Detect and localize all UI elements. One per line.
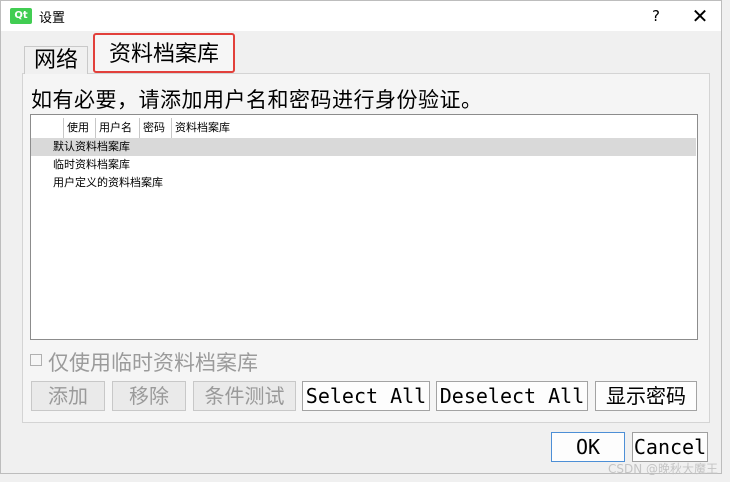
column-header-use[interactable]: 使用: [63, 118, 89, 138]
title-bar: Qt 设置 ? ✕: [1, 1, 721, 31]
help-button[interactable]: ?: [647, 5, 665, 27]
table-row[interactable]: 用户定义的资料档案库: [31, 174, 696, 192]
temp-only-checkbox[interactable]: [30, 354, 42, 366]
auth-hint-text: 如有必要，请添加用户名和密码进行身份验证。: [31, 88, 483, 112]
table-row[interactable]: 默认资料档案库: [31, 138, 696, 156]
column-header-username[interactable]: 用户名: [95, 118, 132, 138]
tab-repository[interactable]: 资料档案库: [93, 33, 235, 73]
qt-logo-icon: Qt: [10, 8, 32, 24]
row-label: 默认资料档案库: [53, 140, 130, 153]
add-button[interactable]: 添加: [31, 381, 105, 411]
select-all-button[interactable]: Select All: [302, 381, 430, 411]
row-label: 用户定义的资料档案库: [53, 176, 163, 189]
column-header-repository[interactable]: 资料档案库: [171, 118, 230, 138]
test-button[interactable]: 条件测试: [193, 381, 296, 411]
tab-network[interactable]: 网络: [24, 46, 88, 74]
column-header-password[interactable]: 密码: [139, 118, 165, 138]
row-label: 临时资料档案库: [53, 158, 130, 171]
deselect-all-button[interactable]: Deselect All: [436, 381, 588, 411]
ok-button[interactable]: OK: [551, 432, 625, 462]
cancel-button[interactable]: Cancel: [632, 432, 708, 462]
show-password-button[interactable]: 显示密码: [595, 381, 697, 411]
temp-only-label: 仅使用临时资料档案库: [48, 351, 258, 375]
table-row[interactable]: 临时资料档案库: [31, 156, 696, 174]
close-button[interactable]: ✕: [687, 4, 713, 28]
watermark: CSDN @晚秋大魔王: [608, 462, 719, 476]
window-title: 设置: [39, 11, 66, 26]
remove-button[interactable]: 移除: [112, 381, 186, 411]
